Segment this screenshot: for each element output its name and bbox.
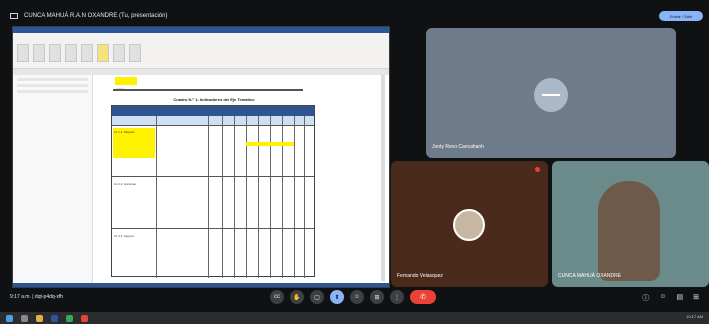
cut-button[interactable]	[33, 43, 45, 62]
layout-button[interactable]: ⊞	[370, 290, 384, 304]
participant-name: Fernando Velasquez	[397, 273, 443, 279]
table-cell: Id. 1.1: Mejoras	[114, 130, 135, 134]
start-icon[interactable]	[6, 314, 13, 322]
chat-icon[interactable]: ▤	[677, 293, 684, 303]
nav-pane	[13, 75, 93, 285]
participant-pill[interactable]: Entrar / Salir	[659, 11, 703, 21]
paste-button[interactable]	[17, 43, 29, 62]
avatar	[453, 209, 485, 241]
captions-button[interactable]: cc	[270, 290, 284, 304]
excel-icon[interactable]	[66, 314, 73, 322]
table-subheader	[112, 116, 314, 126]
control-bar: cc ✋ ▢ ⬆ ☺ ⊞ ⋮ ✆	[270, 290, 436, 304]
presentation-header: CUNCA MAHUÁ R.A.N OXANDRE (Tu, presentac…	[6, 8, 703, 24]
present-button[interactable]: ⬆	[330, 290, 344, 304]
highlight-button[interactable]	[97, 43, 109, 62]
ribbon-toolbar	[13, 37, 389, 69]
table-cell: Id. 3.1: Apoyos	[114, 234, 134, 238]
font-button[interactable]	[81, 43, 93, 62]
hangup-button[interactable]: ✆	[410, 290, 436, 304]
raise-hand-button[interactable]: ✋	[290, 290, 304, 304]
word-statusbar	[13, 283, 389, 287]
table-caption: Cuadro N.º 1: Indicadores del Eje Temáti…	[173, 97, 255, 102]
avatar	[534, 78, 568, 112]
word-icon[interactable]	[51, 314, 58, 322]
camera-button[interactable]: ▢	[310, 290, 324, 304]
highlighted-text: texto	[115, 77, 137, 91]
participant-tile[interactable]: Jonty Revo Cancahanh	[426, 28, 676, 158]
table-cell: Id. 2.1: Acciones	[114, 182, 137, 186]
indicator-table: Id. 1.1: Mejoras Id. 2.1: Acciones Id. 3…	[111, 105, 315, 278]
windows-taskbar: 10:17 AM	[0, 312, 709, 324]
browser-icon[interactable]	[81, 314, 88, 322]
table-header	[112, 106, 314, 116]
document-page: texto Cuadro N.º 1: Indicadores del Eje …	[99, 75, 321, 281]
meeting-info: 9:17 a.m. | dqt-p4dq-xfh	[10, 294, 63, 300]
clock: 10:17 AM	[686, 314, 703, 319]
presentation-title: CUNCA MAHUÁ R.A.N OXANDRE (Tu, presentac…	[24, 13, 168, 19]
highlighted-cell	[246, 142, 294, 146]
search-icon[interactable]	[21, 314, 28, 322]
table-row	[112, 228, 314, 229]
info-icon[interactable]: ⓘ	[642, 293, 649, 303]
participant-tile[interactable]: Fernando Velasquez	[391, 161, 548, 287]
meet-window: CUNCA MAHUÁ R.A.N OXANDRE (Tu, presentac…	[0, 0, 709, 324]
style-button[interactable]	[113, 43, 125, 62]
shared-screen: texto Cuadro N.º 1: Indicadores del Eje …	[12, 26, 390, 288]
meeting-controls: 9:17 a.m. | dqt-p4dq-xfh cc ✋ ▢ ⬆ ☺ ⊞ ⋮ …	[0, 288, 709, 308]
find-button[interactable]	[129, 43, 141, 62]
folder-icon[interactable]	[36, 314, 43, 322]
participant-tile[interactable]: CUNCA MAHUÁ OXANDRE	[552, 161, 709, 287]
copy-button[interactable]	[49, 43, 61, 62]
scrollbar[interactable]	[381, 75, 385, 281]
table-row	[112, 176, 314, 177]
side-controls: ⓘ ☺ ▤ ⊞	[642, 293, 699, 303]
participant-name: CUNCA MAHUÁ OXANDRE	[558, 273, 622, 279]
format-button[interactable]	[65, 43, 77, 62]
participant-video	[598, 181, 660, 281]
people-icon[interactable]: ☺	[659, 293, 666, 303]
present-icon	[10, 13, 18, 19]
reactions-button[interactable]: ☺	[350, 290, 364, 304]
speaking-indicator	[535, 167, 540, 172]
participant-name: Jonty Revo Cancahanh	[432, 144, 484, 150]
system-tray: 10:17 AM	[686, 314, 703, 319]
activities-icon[interactable]: ⊞	[693, 293, 699, 303]
more-button[interactable]: ⋮	[390, 290, 404, 304]
